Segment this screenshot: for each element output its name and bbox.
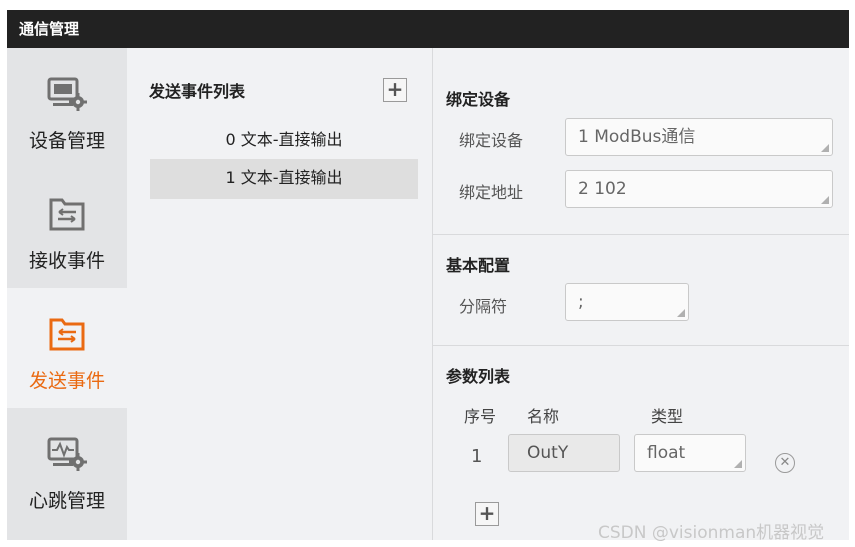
param-row-index: 1 [471, 446, 483, 467]
watermark: CSDN @visionman机器视觉 [598, 523, 825, 543]
window-title: 通信管理 [7, 10, 849, 48]
bind-device-section-title: 绑定设备 [446, 90, 511, 109]
list-title: 发送事件列表 [149, 82, 246, 101]
nav-item-send-event[interactable]: 发送事件 [7, 288, 127, 408]
delete-param-button[interactable]: ✕ [775, 453, 795, 473]
nav-label: 接收事件 [28, 250, 105, 272]
param-name-input[interactable]: OutY [508, 434, 620, 472]
col-header-name: 名称 [527, 407, 560, 426]
separator-select[interactable]: ; [565, 283, 689, 321]
nav-label: 心跳管理 [28, 490, 105, 512]
send-event-icon [49, 318, 85, 351]
list-item-selected[interactable]: 1 文本-直接输出 [150, 159, 418, 199]
bind-device-select[interactable]: 1 ModBus通信 [565, 118, 833, 156]
device-settings-icon [47, 77, 87, 111]
close-icon: ✕ [779, 455, 791, 470]
param-list-section-title: 参数列表 [446, 367, 511, 386]
heartbeat-settings-icon [47, 437, 87, 471]
communication-management-window: 通信管理 设备管理 接收事件 发送事件 心跳管理 发送事件列表 + 0 文本-直… [7, 10, 849, 540]
bind-address-label: 绑定地址 [459, 183, 524, 202]
nav-item-receive-event[interactable]: 接收事件 [7, 168, 127, 288]
col-header-type: 类型 [651, 407, 684, 426]
section-divider [433, 345, 849, 346]
side-nav: 设备管理 接收事件 发送事件 心跳管理 [7, 48, 127, 540]
section-divider [433, 234, 849, 235]
param-type-select[interactable]: float [634, 434, 746, 472]
nav-label: 发送事件 [28, 370, 105, 392]
nav-label: 设备管理 [28, 130, 105, 152]
nav-item-heartbeat-management[interactable]: 心跳管理 [7, 408, 127, 528]
bind-address-select[interactable]: 2 102 [565, 170, 833, 208]
basic-config-section-title: 基本配置 [446, 256, 511, 275]
nav-item-device-management[interactable]: 设备管理 [7, 48, 127, 168]
add-event-button[interactable]: + [383, 78, 407, 102]
plus-icon: + [478, 501, 496, 525]
list-item[interactable]: 0 文本-直接输出 [150, 121, 418, 161]
plus-icon: + [386, 77, 404, 101]
add-param-button[interactable]: + [475, 502, 499, 526]
bind-device-label: 绑定设备 [459, 131, 524, 150]
send-event-list-panel: 发送事件列表 + 0 文本-直接输出 1 文本-直接输出 [127, 48, 432, 540]
receive-event-icon [49, 198, 85, 231]
event-config-panel: 绑定设备 绑定设备 1 ModBus通信 绑定地址 2 102 基本配置 分隔符… [433, 48, 849, 540]
col-header-index: 序号 [464, 407, 497, 426]
separator-label: 分隔符 [459, 297, 508, 316]
